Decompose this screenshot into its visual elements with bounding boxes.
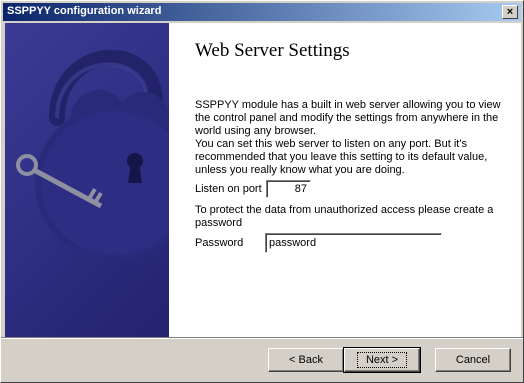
window-title: SSPPYY configuration wizard <box>7 5 162 17</box>
cancel-button[interactable]: Cancel <box>435 348 511 372</box>
close-icon: × <box>506 6 514 18</box>
title-bar[interactable]: SSPPYY configuration wizard × <box>3 3 521 21</box>
wizard-content: Web Server Settings SSPPYY module has a … <box>169 23 521 337</box>
back-button-label: < Back <box>289 354 323 366</box>
wizard-window: SSPPYY configuration wizard × Web Server… <box>0 0 524 383</box>
password-description: To protect the data from unauthorized ac… <box>195 204 494 229</box>
port-input[interactable] <box>266 180 311 198</box>
port-description: You can set this web server to listen on… <box>195 138 488 176</box>
wizard-side-banner <box>5 23 169 337</box>
next-button[interactable]: Next > <box>343 347 421 373</box>
password-input[interactable] <box>265 233 442 253</box>
port-label: Listen on port <box>195 183 262 195</box>
close-button[interactable]: × <box>502 5 518 19</box>
cancel-button-label: Cancel <box>455 354 491 366</box>
padlock-key-icon <box>16 49 169 261</box>
intro-text: SSPPYY module has a built in web server … <box>195 99 501 137</box>
footer-separator <box>1 337 523 339</box>
page-title: Web Server Settings <box>195 40 350 61</box>
password-label: Password <box>195 237 244 249</box>
next-button-label: Next > <box>356 352 408 368</box>
back-button[interactable]: < Back <box>268 348 344 372</box>
